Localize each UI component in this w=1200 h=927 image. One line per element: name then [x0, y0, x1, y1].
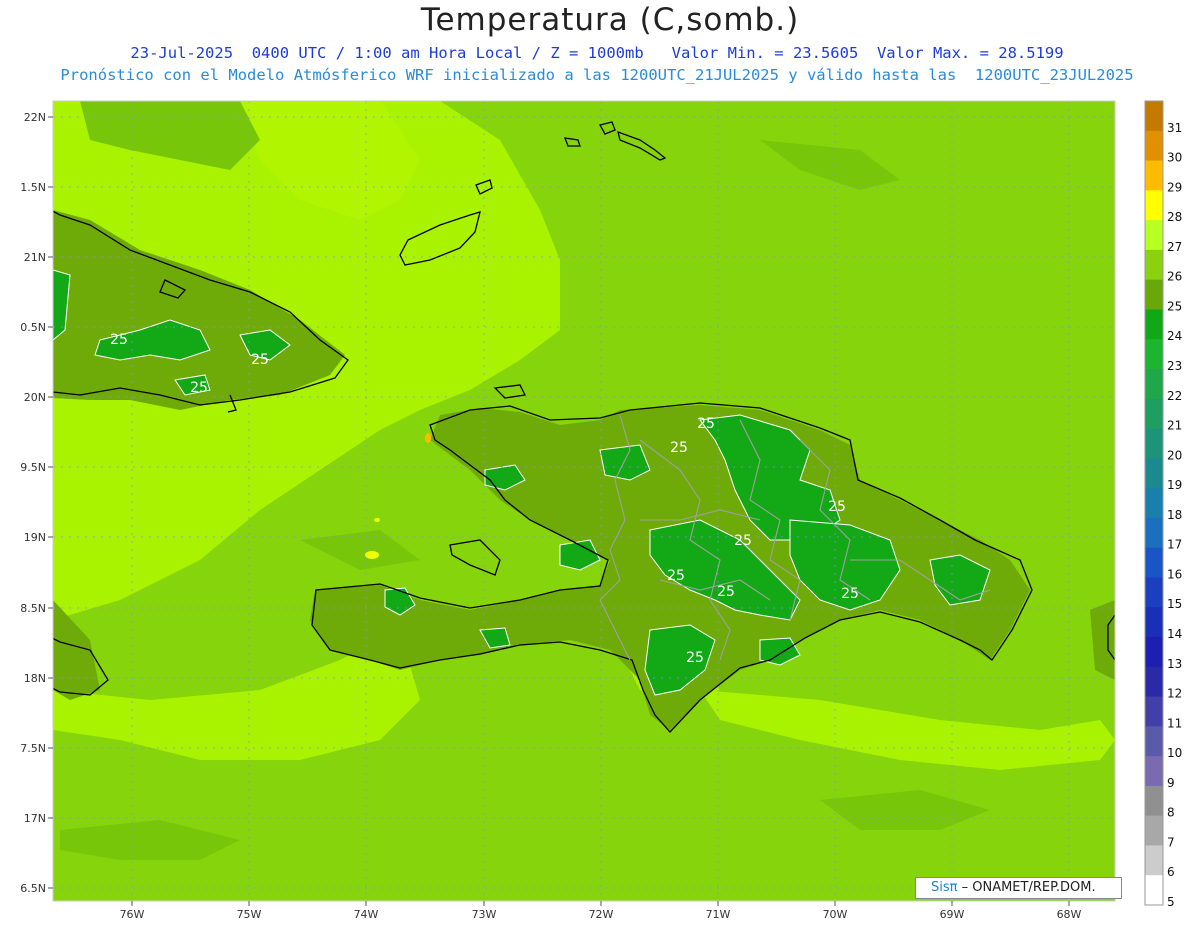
colorbar-label: 5 [1167, 895, 1175, 909]
colorbar-swatch [1145, 398, 1163, 430]
colorbar-swatch [1145, 845, 1163, 876]
colorbar-label: 12 [1167, 687, 1182, 701]
credit-text: – ONAMET/REP.DOM. [957, 880, 1096, 895]
colorbar-label: 16 [1167, 567, 1182, 581]
contour-label: 25 [717, 584, 735, 600]
contour-label: 25 [828, 499, 846, 515]
colorbar-swatch [1145, 815, 1163, 846]
colorbar-swatch [1145, 666, 1163, 698]
colorbar-label: 17 [1167, 538, 1182, 552]
colorbar-label: 7 [1167, 835, 1175, 849]
contour-label: 25 [697, 416, 715, 432]
colorbar-swatch [1145, 785, 1163, 817]
colorbar-label: 18 [1167, 508, 1182, 522]
lat-label: 17N [24, 812, 46, 825]
colorbar-swatch [1145, 458, 1163, 489]
colorbar-swatch [1145, 756, 1163, 787]
colorbar-label: 15 [1167, 597, 1182, 611]
colorbar-label: 8 [1167, 806, 1175, 820]
colorbar-label: 22 [1167, 389, 1182, 403]
colorbar-swatch [1145, 488, 1163, 519]
lat-label: 9.5N [20, 461, 46, 474]
colorbar-label: 11 [1167, 716, 1182, 730]
colorbar-label: 13 [1167, 657, 1182, 671]
credit-brand: Sisπ [931, 880, 958, 895]
lon-label: 70W [823, 908, 848, 921]
contour-label: 25 [734, 533, 752, 549]
contour-label: 25 [841, 586, 859, 602]
colorbar-label: 31 [1167, 121, 1182, 135]
contour-label: 25 [251, 352, 269, 368]
lon-label: 75W [237, 908, 262, 921]
contour-label: 25 [190, 380, 208, 396]
map-plot-area [53, 101, 1115, 901]
colorbar-swatch [1145, 428, 1163, 459]
colorbar-swatch [1145, 637, 1163, 668]
colorbar-label: 19 [1167, 478, 1182, 492]
contour-label: 25 [686, 650, 704, 666]
colorbar-swatch [1145, 249, 1163, 281]
lon-label: 73W [472, 908, 497, 921]
lon-label: 68W [1057, 908, 1082, 921]
colorbar-swatch [1145, 309, 1163, 340]
lat-axis: 22N 1.5N 21N 0.5N 20N 9.5N 19N 8.5N 18N … [20, 111, 53, 895]
lon-label: 74W [354, 908, 379, 921]
colorbar-label: 20 [1167, 448, 1182, 462]
colorbar-swatch [1145, 339, 1163, 370]
colorbar-swatch [1145, 517, 1163, 549]
colorbar-label: 10 [1167, 746, 1182, 760]
lat-label: 8.5N [20, 602, 46, 615]
lon-label: 72W [589, 908, 614, 921]
colorbar-swatch [1145, 726, 1163, 757]
colorbar-swatch [1145, 577, 1163, 608]
colorbar-swatch [1145, 130, 1163, 162]
contour-label: 25 [110, 332, 128, 348]
colorbar-swatch [1145, 369, 1163, 400]
colorbar-label: 25 [1167, 299, 1182, 313]
lat-label: 0.5N [20, 321, 46, 334]
colorbar-label: 27 [1167, 240, 1182, 254]
contour-label: 25 [667, 568, 685, 584]
colorbar-swatch [1145, 607, 1163, 638]
lat-label: 21N [24, 251, 46, 264]
lon-label: 71W [706, 908, 731, 921]
lat-label: 18N [24, 672, 46, 685]
colorbar-label: 28 [1167, 210, 1182, 224]
colorbar-label: 24 [1167, 329, 1182, 343]
colorbar-swatch [1145, 160, 1163, 191]
lat-label: 19N [24, 531, 46, 544]
lon-axis: 76W 75W 74W 73W 72W 71W 70W 69W 68W [120, 901, 1082, 921]
colorbar-label: 23 [1167, 359, 1182, 373]
colorbar-swatch [1145, 101, 1163, 132]
colorbar-swatch [1145, 220, 1163, 251]
lat-label: 7.5N [20, 742, 46, 755]
colorbar-label: 29 [1167, 180, 1182, 194]
contour-label: 25 [670, 440, 688, 456]
colorbar-swatch [1145, 875, 1163, 906]
colorbar-swatch [1145, 279, 1163, 310]
colorbar-label: 21 [1167, 419, 1182, 433]
colorbar-swatch [1145, 547, 1163, 578]
colorbar: 31 30 29 28 27 26 25 24 23 22 21 20 19 18 17 16 15 14 13 12… [1144, 100, 1182, 909]
colorbar-label: 30 [1167, 151, 1182, 165]
lon-label: 76W [120, 908, 145, 921]
temperature-map: 22N 1.5N 21N 0.5N 20N 9.5N 19N 8.5N 18N … [20, 100, 1182, 921]
lon-label: 69W [940, 908, 965, 921]
colorbar-swatch [1145, 696, 1163, 727]
colorbar-label: 26 [1167, 270, 1182, 284]
colorbar-label: 6 [1167, 865, 1175, 879]
lat-label: 1.5N [20, 181, 46, 194]
colorbar-label: 9 [1167, 776, 1175, 790]
colorbar-label: 14 [1167, 627, 1182, 641]
colorbar-swatch [1145, 190, 1163, 221]
lat-label: 20N [24, 391, 46, 404]
credit-box: Sisπ – ONAMET/REP.DOM. [915, 877, 1122, 899]
lat-label: 6.5N [20, 882, 46, 895]
lat-label: 22N [24, 111, 46, 124]
